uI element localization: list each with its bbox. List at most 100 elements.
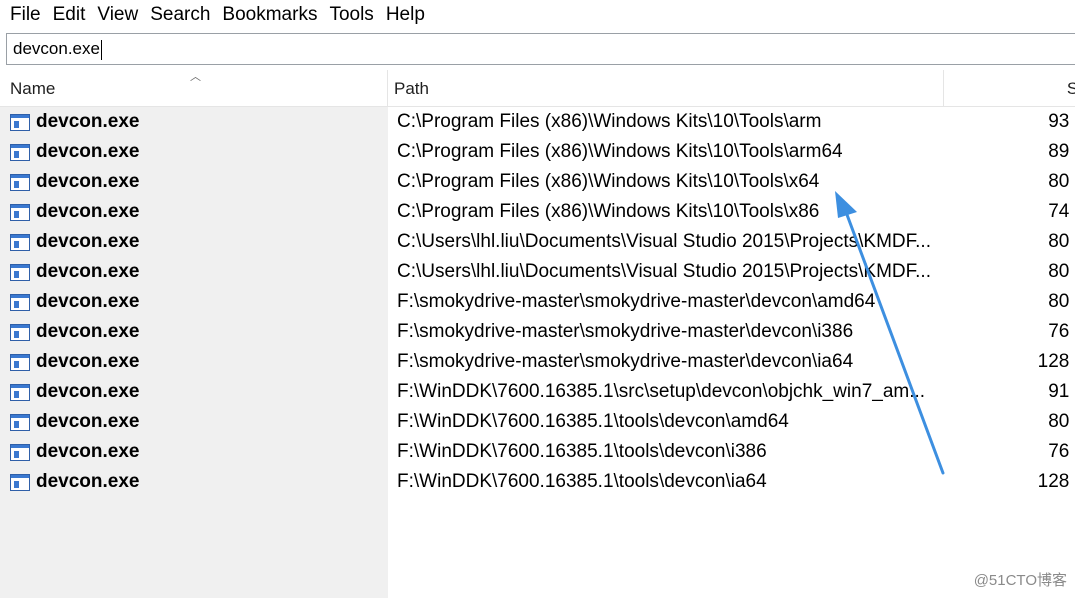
table-row[interactable]: devcon.exe F:\smokydrive-master\smokydri… [0,287,1075,317]
sort-ascending-icon: ︿ [190,71,201,83]
row-size-value: 76 KB [1048,321,1075,342]
row-name: devcon.exe [36,321,140,342]
row-path: F:\WinDDK\7600.16385.1\tools\devcon\i386 [397,441,767,462]
row-path: C:\Users\lhl.liu\Documents\Visual Studio… [397,231,931,252]
row-name: devcon.exe [36,261,140,282]
row-name-cell: devcon.exe [10,467,385,497]
table-row[interactable]: devcon.exe F:\smokydrive-master\smokydri… [0,317,1075,347]
column-header-path[interactable]: Path [388,70,944,107]
menu-view[interactable]: View [91,0,144,30]
row-name: devcon.exe [36,201,140,222]
executable-file-icon [10,443,30,461]
table-row[interactable]: devcon.exe C:\Users\lhl.liu\Documents\Vi… [0,227,1075,257]
row-name-cell: devcon.exe [10,437,385,467]
row-path: C:\Program Files (x86)\Windows Kits\10\T… [397,141,843,162]
row-size: 128 KB [944,347,1075,377]
row-size: 80 KB [944,407,1075,437]
row-name-cell: devcon.exe [10,197,385,227]
row-size-value: 76 KB [1048,441,1075,462]
row-path: C:\Program Files (x86)\Windows Kits\10\T… [397,111,822,132]
row-name-cell: devcon.exe [10,377,385,407]
row-name-cell: devcon.exe [10,347,385,377]
executable-file-icon [10,293,30,311]
menu-file[interactable]: File [0,0,47,30]
row-name-cell: devcon.exe [10,227,385,257]
row-path: F:\smokydrive-master\smokydrive-master\d… [397,321,854,342]
row-name-cell: devcon.exe [10,137,385,167]
row-path: F:\smokydrive-master\smokydrive-master\d… [397,291,876,312]
executable-file-icon [10,263,30,281]
row-path: F:\WinDDK\7600.16385.1\tools\devcon\amd6… [397,411,789,432]
row-name: devcon.exe [36,291,140,312]
row-size-value: 128 KB [1037,351,1075,372]
column-header-name[interactable]: Name ︿ [0,70,388,107]
executable-file-icon [10,173,30,191]
row-name: devcon.exe [36,471,140,492]
menu-bookmarks[interactable]: Bookmarks [216,0,323,30]
row-size-value: 80 KB [1048,261,1075,282]
row-name: devcon.exe [36,351,140,372]
menu-tools[interactable]: Tools [323,0,379,30]
table-row[interactable]: devcon.exe F:\WinDDK\7600.16385.1\tools\… [0,467,1075,497]
row-name-cell: devcon.exe [10,107,385,137]
table-row[interactable]: devcon.exe C:\Program Files (x86)\Window… [0,137,1075,167]
row-size: 80 KB [944,227,1075,257]
row-size: 93 KB [944,107,1075,137]
executable-file-icon [10,473,30,491]
row-size: 74 KB [944,197,1075,227]
row-size: 128 KB [944,467,1075,497]
table-row[interactable]: devcon.exe F:\WinDDK\7600.16385.1\tools\… [0,437,1075,467]
row-path: F:\smokydrive-master\smokydrive-master\d… [397,351,854,372]
menu-help[interactable]: Help [380,0,431,30]
row-size-value: 89 KB [1048,141,1075,162]
table-row[interactable]: devcon.exe C:\Program Files (x86)\Window… [0,197,1075,227]
menu-bar: File Edit View Search Bookmarks Tools He… [0,0,1075,30]
row-name: devcon.exe [36,141,140,162]
row-path: F:\WinDDK\7600.16385.1\src\setup\devcon\… [397,381,926,402]
row-size-value: 80 KB [1048,231,1075,252]
row-size-value: 93 KB [1048,111,1075,132]
table-row[interactable]: devcon.exe C:\Users\lhl.liu\Documents\Vi… [0,257,1075,287]
table-row[interactable]: devcon.exe C:\Program Files (x86)\Window… [0,107,1075,137]
column-header-size[interactable]: Size [944,70,1075,107]
row-name-cell: devcon.exe [10,317,385,347]
row-size: 80 KB [944,167,1075,197]
executable-file-icon [10,203,30,221]
row-name: devcon.exe [36,411,140,432]
row-name: devcon.exe [36,441,140,462]
row-size-value: 80 KB [1048,291,1075,312]
results-header: Name ︿ Path Size [0,70,1075,107]
table-row[interactable]: devcon.exe F:\smokydrive-master\smokydri… [0,347,1075,377]
table-row[interactable]: devcon.exe C:\Program Files (x86)\Window… [0,167,1075,197]
executable-file-icon [10,413,30,431]
text-caret [100,39,102,60]
executable-file-icon [10,113,30,131]
executable-file-icon [10,383,30,401]
column-header-size-label: Size [1066,79,1075,98]
row-path: C:\Program Files (x86)\Windows Kits\10\T… [397,171,820,192]
search-input[interactable]: devcon.exe [6,33,1075,65]
row-name: devcon.exe [36,111,140,132]
table-row[interactable]: devcon.exe F:\WinDDK\7600.16385.1\src\se… [0,377,1075,407]
row-path: C:\Program Files (x86)\Windows Kits\10\T… [397,201,820,222]
row-name-cell: devcon.exe [10,257,385,287]
column-header-path-label: Path [394,79,429,98]
row-size-value: 91 KB [1048,381,1075,402]
row-size: 80 KB [944,257,1075,287]
search-input-value: devcon.exe [13,39,100,58]
row-size-value: 74 KB [1048,201,1075,222]
row-size-value: 128 KB [1037,471,1075,492]
executable-file-icon [10,233,30,251]
watermark: @51CTO博客 [973,572,1067,589]
menu-edit[interactable]: Edit [47,0,92,30]
row-name-cell: devcon.exe [10,407,385,437]
row-size-value: 80 KB [1048,411,1075,432]
menu-search[interactable]: Search [144,0,216,30]
row-path: C:\Users\lhl.liu\Documents\Visual Studio… [397,261,931,282]
table-row[interactable]: devcon.exe F:\WinDDK\7600.16385.1\tools\… [0,407,1075,437]
row-path: F:\WinDDK\7600.16385.1\tools\devcon\ia64 [397,471,767,492]
executable-file-icon [10,353,30,371]
column-header-name-label: Name [10,79,56,98]
row-size: 89 KB [944,137,1075,167]
executable-file-icon [10,323,30,341]
